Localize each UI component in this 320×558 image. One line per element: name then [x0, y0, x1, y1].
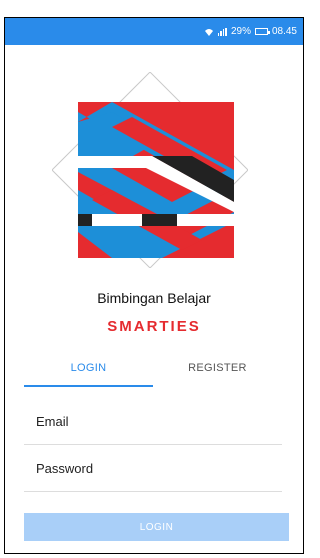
password-field[interactable]	[36, 461, 282, 476]
email-field[interactable]	[36, 414, 282, 429]
battery-icon	[254, 28, 270, 35]
wifi-icon	[204, 28, 213, 36]
clock: 08.45	[271, 26, 297, 37]
battery-percent: 29%	[230, 26, 251, 37]
smarties-logo-icon	[52, 72, 248, 268]
app-frame: 29% 08.45 Bimbingan Belajar SMARTIES LOG…	[4, 17, 304, 554]
tab-register[interactable]: REGISTER	[153, 349, 282, 387]
tab-login[interactable]: LOGIN	[24, 349, 153, 387]
password-field-wrapper	[24, 446, 282, 492]
app-subtitle: Bimbingan Belajar	[97, 290, 211, 306]
app-brand-name: SMARTIES	[107, 318, 201, 335]
email-field-wrapper	[24, 399, 282, 445]
app-logo	[52, 72, 248, 268]
status-bar: 29% 08.45	[5, 18, 303, 45]
login-button[interactable]: LOGIN	[24, 513, 289, 541]
auth-tabs: LOGIN REGISTER	[24, 349, 282, 387]
signal-icon	[217, 27, 227, 36]
